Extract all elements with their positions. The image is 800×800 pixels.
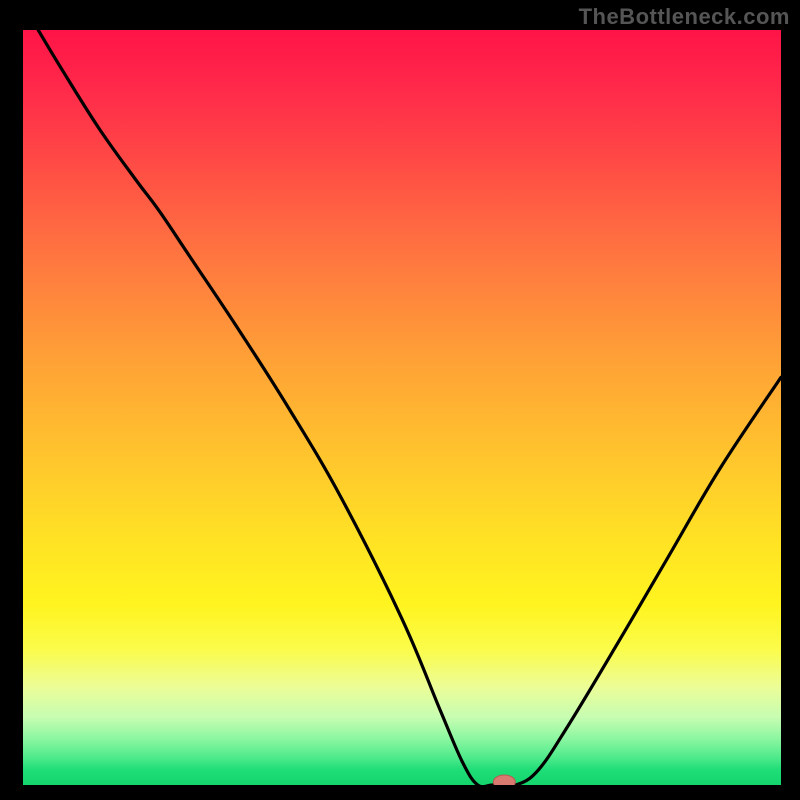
minimum-marker bbox=[493, 775, 515, 785]
bottleneck-curve bbox=[38, 30, 781, 785]
watermark-text: TheBottleneck.com bbox=[579, 4, 790, 30]
chart-frame: TheBottleneck.com bbox=[0, 0, 800, 800]
curve-svg bbox=[23, 30, 781, 785]
plot-area bbox=[23, 30, 781, 785]
